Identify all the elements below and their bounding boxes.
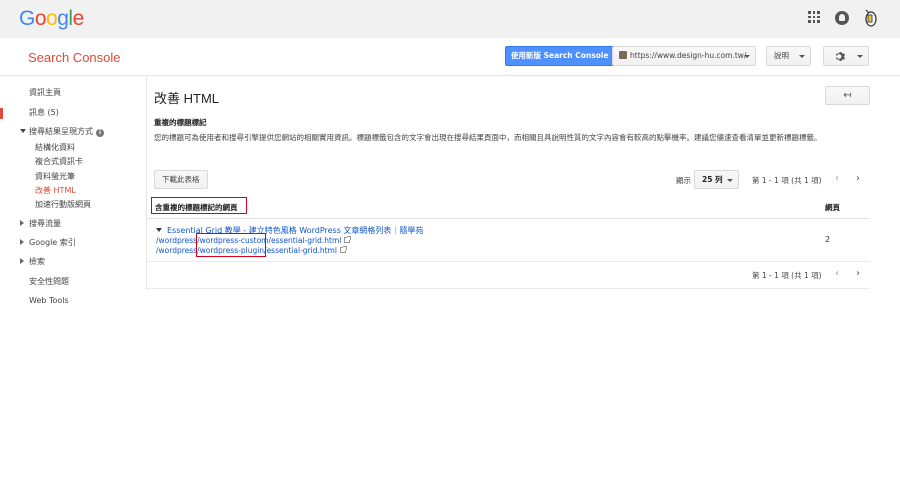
logo-letter: o xyxy=(34,7,47,30)
highlight-box xyxy=(196,233,266,257)
apps-grid-icon[interactable] xyxy=(808,11,820,23)
download-table-button[interactable]: 下載此表格 xyxy=(154,170,208,189)
help-button-label: 說明 xyxy=(774,51,789,60)
expand-triangle-icon[interactable] xyxy=(20,129,26,133)
chevron-down-icon xyxy=(727,179,733,182)
prev-page-button[interactable]: ‹ xyxy=(829,266,845,282)
expand-triangle-icon[interactable] xyxy=(20,220,24,226)
section-title: 重複的標題標記 xyxy=(154,118,207,127)
top-bar: Google xyxy=(0,0,900,38)
sidebar-divider xyxy=(146,76,147,290)
prev-page-button[interactable]: ‹ xyxy=(829,171,845,187)
logo-letter: g xyxy=(57,7,69,30)
page-title: 改善 HTML xyxy=(154,91,220,106)
pagination-status: 第 1 - 1 項 (共 1 項) xyxy=(752,176,822,185)
section-description: 您的標題可為使用者和搜尋引擎提供您網站的相關實用資訊。標題標籤包含的文字會出現在… xyxy=(154,133,822,142)
site-selector-value: https://www.design-hu.com.tw/ xyxy=(630,51,747,60)
external-link-icon[interactable] xyxy=(344,236,352,243)
help-button[interactable]: 說明 xyxy=(766,46,811,66)
rows-per-page-value: 25 列 xyxy=(702,175,723,184)
rows-per-page-select[interactable]: 25 列 xyxy=(694,170,739,189)
logo-letter: G xyxy=(19,7,35,30)
chevron-down-icon xyxy=(744,55,750,58)
account-avatar-icon[interactable] xyxy=(862,8,878,28)
info-icon[interactable]: i xyxy=(96,129,104,137)
notifications-icon[interactable] xyxy=(835,11,849,25)
sidebar-item-data-highlighter[interactable]: 資料螢光筆 xyxy=(35,171,75,182)
table-row-divider xyxy=(146,261,870,262)
use-new-console-button[interactable]: 使用新版 Search Console xyxy=(505,46,615,66)
console-header: Search Console 使用新版 Search Console https… xyxy=(0,38,900,76)
site-favicon-icon xyxy=(619,51,627,59)
sidebar-item-web-tools[interactable]: Web Tools xyxy=(29,296,69,305)
expand-triangle-icon[interactable] xyxy=(20,239,24,245)
column-header-pages[interactable]: 網頁 xyxy=(825,202,840,213)
page-count: 2 xyxy=(825,235,831,244)
sidebar-item-html-improvements[interactable]: 改善 HTML xyxy=(35,185,76,196)
sidebar-item-amp[interactable]: 加速行動版網頁 xyxy=(35,199,91,210)
table-bottom-divider xyxy=(146,288,870,289)
logo-letter: o xyxy=(46,7,58,30)
sidebar-item-crawl[interactable]: 檢索 xyxy=(29,256,45,267)
product-title[interactable]: Search Console xyxy=(28,50,121,65)
sidebar-item-search-appearance[interactable]: 搜尋結果呈現方式 i xyxy=(29,126,104,137)
sidebar-item-label: 搜尋結果呈現方式 xyxy=(29,127,93,136)
pagination-status: 第 1 - 1 項 (共 1 項) xyxy=(752,271,822,280)
sidebar-item-messages[interactable]: 訊息 (5) xyxy=(29,107,59,118)
external-link-icon[interactable] xyxy=(339,246,347,253)
sidebar-item-dashboard[interactable]: 資訊主頁 xyxy=(29,87,61,98)
chevron-down-icon xyxy=(799,55,805,58)
settings-button[interactable] xyxy=(823,46,869,66)
table-header-divider xyxy=(146,218,870,219)
sidebar-item-structured-data[interactable]: 結構化資料 xyxy=(35,142,75,153)
sidebar-item-search-traffic[interactable]: 搜尋流量 xyxy=(29,218,61,229)
gear-icon xyxy=(835,51,846,62)
logo-letter: e xyxy=(72,7,85,30)
next-page-button[interactable]: › xyxy=(850,266,866,282)
back-arrow-icon: ↤ xyxy=(843,90,852,101)
site-selector[interactable]: https://www.design-hu.com.tw/ xyxy=(612,46,756,66)
column-header-pages-with-duplicate-titles[interactable]: 含重複的標題標記的網頁 xyxy=(155,202,238,213)
google-logo[interactable]: Google xyxy=(19,7,84,31)
sidebar-item-google-index[interactable]: Google 索引 xyxy=(29,237,76,248)
expand-triangle-icon[interactable] xyxy=(20,258,24,264)
rows-per-page-label: 顯示 xyxy=(676,176,691,185)
sidebar-item-security-issues[interactable]: 安全性問題 xyxy=(29,276,69,287)
active-nav-indicator xyxy=(0,108,3,119)
sidebar-item-rich-cards[interactable]: 複合式資訊卡 xyxy=(35,156,83,167)
back-button[interactable]: ↤ xyxy=(825,86,870,105)
chevron-down-icon xyxy=(857,55,863,58)
next-page-button[interactable]: › xyxy=(850,171,866,187)
collapse-triangle-icon[interactable] xyxy=(156,228,162,232)
